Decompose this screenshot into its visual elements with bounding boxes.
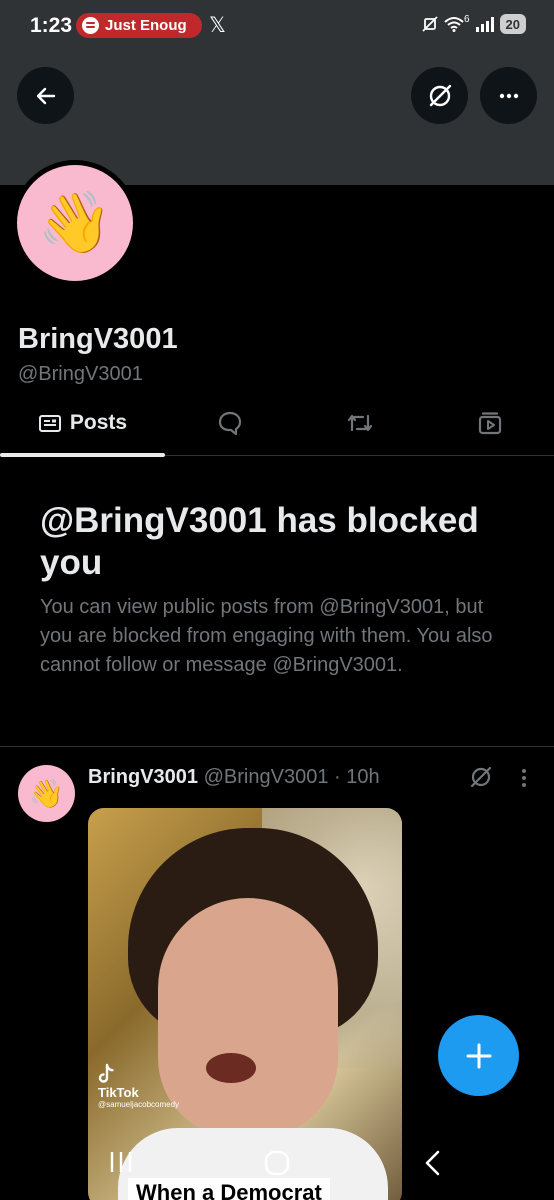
profile-handle: @BringV3001	[18, 363, 143, 385]
home-icon	[264, 1150, 290, 1176]
recents-icon	[110, 1152, 132, 1172]
plus-icon	[466, 1043, 491, 1068]
mute-vibrate-icon	[422, 16, 438, 32]
repost-icon	[347, 414, 373, 432]
arrow-left-icon	[36, 87, 55, 104]
video-subject-mouth	[206, 1053, 256, 1083]
reply-bubble-icon	[218, 411, 242, 436]
spotify-icon	[82, 17, 99, 34]
wifi-icon	[444, 17, 464, 32]
back-chevron-icon	[425, 1150, 440, 1176]
system-back-button[interactable]	[420, 1148, 444, 1183]
post-grok-button[interactable]	[469, 765, 493, 794]
home-button[interactable]	[262, 1148, 292, 1183]
blocked-description: You can view public posts from @BringV30…	[40, 596, 493, 676]
battery-indicator: 20	[499, 14, 526, 34]
grok-icon	[429, 84, 451, 106]
grok-icon	[470, 766, 492, 788]
more-vertical-icon	[522, 769, 526, 787]
back-button[interactable]	[17, 67, 74, 124]
post-meta: @BringV3001 · 10h	[203, 766, 380, 788]
profile-screen: 1:23 Just Enoug 𝕏 6 20 👋 BringV3001 @Bri…	[0, 0, 554, 1200]
post-header: BringV3001 @BringV3001 · 10h	[88, 766, 380, 789]
post-author-avatar[interactable]: 👋	[18, 765, 75, 822]
system-navigation-bar	[0, 1132, 554, 1200]
tab-replies[interactable]	[165, 390, 295, 456]
recents-button[interactable]	[108, 1148, 134, 1181]
divider	[0, 746, 554, 747]
battery-level: 20	[505, 16, 520, 32]
post-more-button[interactable]	[516, 766, 532, 795]
profile-display-name: BringV3001	[18, 323, 178, 355]
status-time: 1:23	[30, 14, 73, 37]
tiktok-watermark: TikTok	[98, 1063, 139, 1100]
post-author-name[interactable]: BringV3001	[88, 766, 198, 788]
status-bar: 1:23 Just Enoug 𝕏 6 20	[0, 0, 554, 52]
signal-icon	[475, 16, 494, 32]
blocked-title: @BringV3001 has blocked you	[40, 501, 479, 582]
waving-hand-avatar-image: 👋	[17, 165, 133, 281]
network-type-label: 6	[463, 13, 470, 25]
compose-post-button[interactable]	[438, 1015, 519, 1096]
more-horizontal-icon	[499, 93, 518, 98]
more-options-button[interactable]	[480, 67, 537, 124]
tab-reposts[interactable]	[295, 390, 425, 456]
tiktok-watermark-text: TikTok	[98, 1085, 139, 1100]
x-notification-icon: 𝕏	[209, 14, 226, 37]
media-playing-pill[interactable]: Just Enoug	[76, 13, 202, 38]
profile-avatar[interactable]: 👋	[12, 160, 138, 286]
tiktok-watermark-user: @samueljacobcomedy	[98, 1100, 180, 1109]
tab-media[interactable]	[425, 390, 554, 456]
tab-posts-label: Posts	[69, 411, 128, 434]
tab-posts[interactable]: Posts	[0, 390, 165, 457]
posts-icon	[38, 415, 61, 432]
media-icon	[478, 412, 501, 435]
grok-button[interactable]	[411, 67, 468, 124]
video-subject-face	[158, 898, 338, 1138]
media-title: Just Enoug	[105, 17, 187, 34]
system-status-icons: 6 20	[422, 14, 526, 34]
tiktok-icon	[98, 1063, 114, 1083]
profile-tabs: Posts	[0, 390, 554, 457]
